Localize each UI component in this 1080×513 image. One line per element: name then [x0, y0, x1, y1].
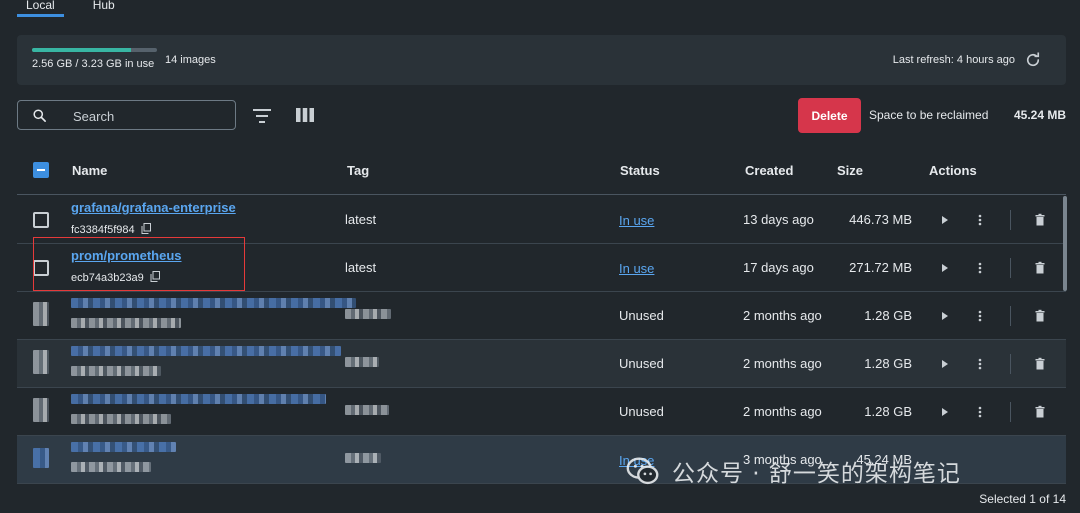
redacted-name [71, 346, 341, 356]
row-checkbox[interactable] [33, 212, 49, 228]
action-divider [1010, 210, 1011, 230]
size-cell: 446.73 MB [849, 212, 912, 227]
select-all-checkbox[interactable] [33, 162, 49, 178]
status-link[interactable]: In use [619, 261, 654, 276]
tag-cell: latest [345, 212, 377, 227]
action-divider [1010, 306, 1011, 326]
reclaim-value: 45.24 MB [1013, 108, 1066, 122]
image-name-link[interactable]: grafana/grafana-enterprise [71, 200, 236, 215]
play-icon[interactable] [938, 261, 952, 275]
redacted-checkbox [33, 448, 49, 468]
copy-icon[interactable] [141, 223, 151, 234]
columns-icon[interactable] [296, 108, 314, 122]
trash-icon[interactable] [1033, 261, 1047, 275]
search-icon [33, 109, 46, 122]
selection-count: Selected 1 of 14 [979, 492, 1066, 506]
action-divider [1010, 354, 1011, 374]
column-status[interactable]: Status [620, 163, 660, 178]
more-icon[interactable] [973, 405, 987, 419]
redacted-name [71, 442, 176, 452]
redacted-id [71, 462, 151, 472]
trash-icon[interactable] [1033, 405, 1047, 419]
annotation-highlight-box [33, 237, 245, 291]
refresh-icon[interactable] [1024, 51, 1042, 69]
created-cell: 2 months ago [743, 308, 822, 323]
size-cell: 271.72 MB [849, 260, 912, 275]
created-cell: 13 days ago [743, 212, 814, 227]
disk-usage-panel: 2.56 GB / 3.23 GB in use 14 images Last … [17, 35, 1066, 85]
column-created[interactable]: Created [745, 163, 793, 178]
play-icon[interactable] [938, 357, 952, 371]
status-cell: Unused [619, 404, 664, 419]
watermark-text: 公众号 · 舒一笑的架构笔记 [672, 461, 961, 487]
size-cell: 1.28 GB [864, 356, 912, 371]
redacted-tag [345, 453, 381, 463]
more-icon[interactable] [973, 309, 987, 323]
redacted-checkbox [33, 302, 49, 326]
reclaim-label: Space to be reclaimed [869, 108, 989, 122]
redacted-id [71, 414, 171, 424]
table-header: Name Tag Status Created Size Actions [17, 148, 1066, 195]
redacted-tag [345, 309, 391, 319]
trash-icon[interactable] [1033, 213, 1047, 227]
image-id: fc3384f5f984 [71, 223, 151, 236]
status-cell: Unused [619, 308, 664, 323]
redacted-tag [345, 405, 389, 415]
table-row[interactable]: Unused 2 months ago 1.28 GB [17, 292, 1066, 340]
more-icon[interactable] [973, 213, 987, 227]
created-cell: 17 days ago [743, 260, 814, 275]
disk-usage-bar [32, 48, 157, 52]
disk-usage-text: 2.56 GB / 3.23 GB in use [32, 58, 155, 70]
tab-hub[interactable]: Hub [84, 0, 124, 20]
play-icon[interactable] [938, 405, 952, 419]
disk-usage-fill [32, 48, 131, 52]
table-row[interactable]: Unused 2 months ago 1.28 GB [17, 388, 1066, 436]
column-size[interactable]: Size [837, 163, 863, 178]
created-cell: 2 months ago [743, 404, 822, 419]
redacted-name [71, 298, 356, 308]
redacted-id [71, 318, 181, 328]
redacted-id [71, 366, 161, 376]
action-divider [1010, 402, 1011, 422]
redacted-checkbox [33, 350, 49, 374]
tab-bar: Local Hub [17, 0, 144, 20]
search-box[interactable] [17, 100, 236, 130]
last-refresh-text: Last refresh: 4 hours ago [892, 54, 1015, 66]
search-input[interactable] [73, 107, 223, 125]
image-id-text: fc3384f5f984 [71, 224, 135, 236]
redacted-name [71, 394, 326, 404]
table-scrollbar[interactable] [1063, 196, 1067, 291]
column-tag[interactable]: Tag [347, 163, 369, 178]
play-icon[interactable] [938, 213, 952, 227]
column-name[interactable]: Name [72, 163, 107, 178]
more-icon[interactable] [973, 261, 987, 275]
more-icon[interactable] [973, 357, 987, 371]
delete-button[interactable]: Delete [798, 98, 861, 133]
status-link[interactable]: In use [619, 213, 654, 228]
trash-icon[interactable] [1033, 357, 1047, 371]
size-cell: 1.28 GB [864, 404, 912, 419]
watermark: 公众号 · 舒一笑的架构笔记 [624, 452, 961, 490]
redacted-tag [345, 357, 379, 367]
trash-icon[interactable] [1033, 309, 1047, 323]
tab-local[interactable]: Local [17, 0, 64, 20]
action-divider [1010, 258, 1011, 278]
images-count: 14 images [165, 54, 216, 66]
column-actions: Actions [929, 163, 977, 178]
created-cell: 2 months ago [743, 356, 822, 371]
play-icon[interactable] [938, 309, 952, 323]
redacted-checkbox [33, 398, 49, 422]
table-row[interactable]: Unused 2 months ago 1.28 GB [17, 340, 1066, 388]
filter-icon[interactable] [253, 108, 271, 124]
status-cell: Unused [619, 356, 664, 371]
tag-cell: latest [345, 260, 377, 275]
size-cell: 1.28 GB [864, 308, 912, 323]
wechat-icon [626, 457, 659, 485]
